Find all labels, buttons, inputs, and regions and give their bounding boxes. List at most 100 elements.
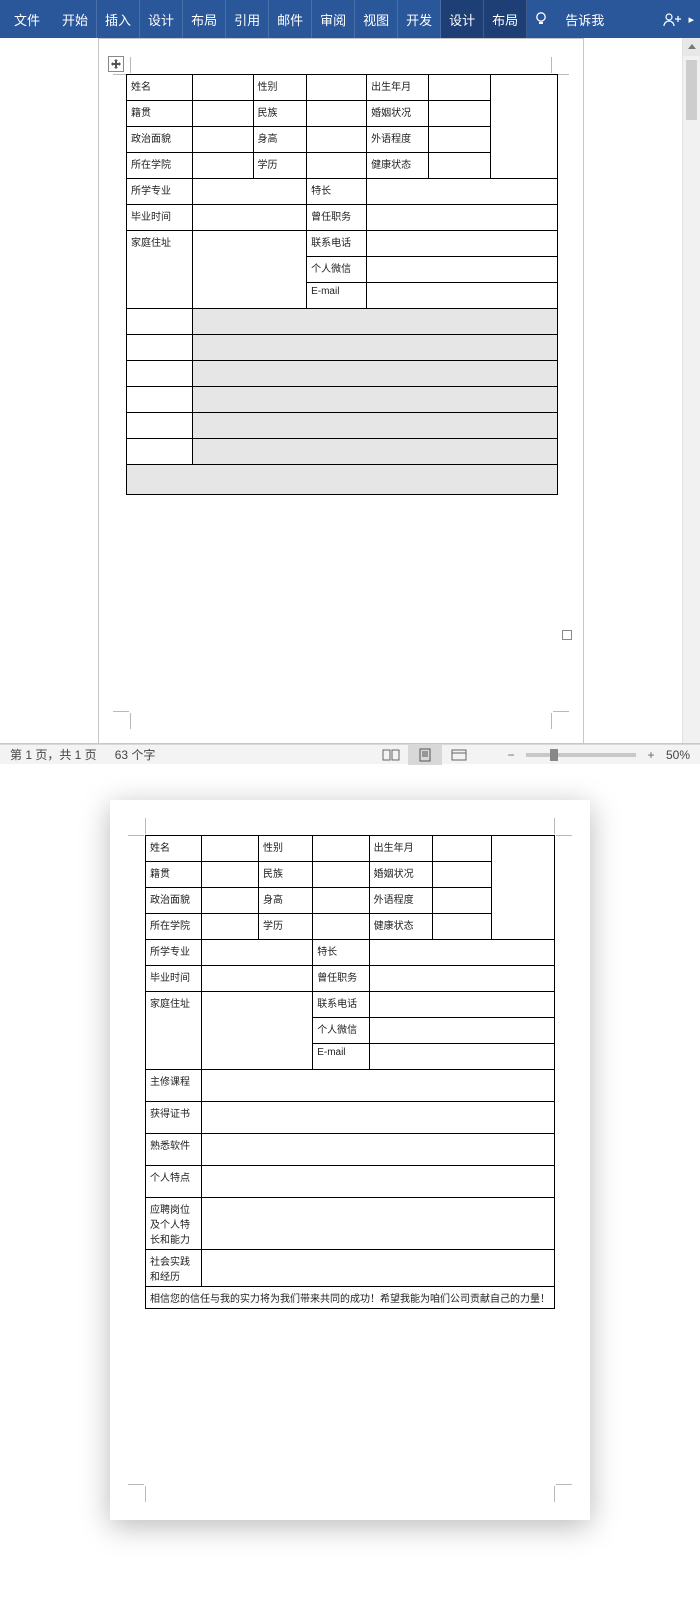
- tab-developer[interactable]: 开发: [398, 0, 441, 38]
- cell[interactable]: [429, 127, 491, 153]
- section-software: 熟悉软件: [146, 1134, 202, 1166]
- cell[interactable]: [193, 153, 253, 179]
- zoom-percent[interactable]: 50%: [666, 748, 690, 762]
- cell[interactable]: [429, 153, 491, 179]
- cell[interactable]: [307, 153, 367, 179]
- photo-cell[interactable]: [491, 75, 558, 179]
- view-web-layout[interactable]: [442, 745, 476, 765]
- cell[interactable]: [367, 257, 558, 283]
- tab-table-layout[interactable]: 布局: [484, 0, 527, 38]
- cell[interactable]: [307, 127, 367, 153]
- cell[interactable]: [367, 283, 558, 309]
- lightbulb-icon[interactable]: [527, 0, 555, 38]
- tab-insert[interactable]: 插入: [97, 0, 140, 38]
- cell[interactable]: [367, 205, 558, 231]
- table-move-handle-icon[interactable]: [108, 56, 124, 72]
- section-header[interactable]: [127, 413, 193, 439]
- label-position: 曾任职务: [313, 966, 369, 992]
- tab-references[interactable]: 引用: [226, 0, 269, 38]
- cell[interactable]: [429, 75, 491, 101]
- cell: [202, 1134, 555, 1166]
- cell[interactable]: [193, 205, 307, 231]
- cell: [202, 1198, 555, 1250]
- closing-statement: 相信您的信任与我的实力将为我们带来共同的成功！希望我能为咱们公司贡献自己的力量！: [146, 1287, 555, 1309]
- label-name: 姓名: [127, 75, 193, 101]
- label-address: 家庭住址: [127, 231, 193, 309]
- crop-mark: [113, 711, 131, 729]
- tab-view[interactable]: 视图: [355, 0, 398, 38]
- crop-mark: [554, 818, 572, 836]
- tab-table-design[interactable]: 设计: [441, 0, 484, 38]
- label-phone: 联系电话: [313, 992, 369, 1018]
- section-header[interactable]: [127, 361, 193, 387]
- zoom-out-button[interactable]: −: [504, 748, 518, 762]
- zoom-slider[interactable]: [526, 753, 636, 757]
- section-courses: 主修课程: [146, 1070, 202, 1102]
- vertical-scrollbar[interactable]: [682, 38, 700, 743]
- view-read-mode[interactable]: [374, 745, 408, 765]
- page-indicator[interactable]: 第 1 页，共 1 页: [10, 746, 97, 763]
- label-address: 家庭住址: [146, 992, 202, 1070]
- share-icon[interactable]: [662, 11, 682, 27]
- zoom-in-button[interactable]: +: [644, 748, 658, 762]
- word-count[interactable]: 63 个字: [115, 746, 156, 763]
- document-edit-area[interactable]: 姓名 性别 出生年月 籍贯 民族 婚姻状况 政治面貌 身高 外语程度 所在学院 …: [0, 38, 700, 744]
- tab-mailings[interactable]: 邮件: [269, 0, 312, 38]
- label-native: 籍贯: [127, 101, 193, 127]
- cell[interactable]: [307, 75, 367, 101]
- label-height: 身高: [253, 127, 307, 153]
- label-phone: 联系电话: [307, 231, 367, 257]
- tab-design[interactable]: 设计: [140, 0, 183, 38]
- section-body[interactable]: [193, 309, 558, 335]
- label-foreign: 外语程度: [369, 888, 432, 914]
- tab-review[interactable]: 审阅: [312, 0, 355, 38]
- section-header[interactable]: [127, 335, 193, 361]
- cell: [202, 888, 258, 914]
- cell[interactable]: [307, 101, 367, 127]
- cell: [313, 836, 369, 862]
- zoom-slider-thumb[interactable]: [550, 749, 558, 761]
- label-major: 所学专业: [146, 940, 202, 966]
- cell: [202, 1250, 555, 1287]
- cell: [432, 862, 491, 888]
- label-college: 所在学院: [146, 914, 202, 940]
- cell[interactable]: [193, 75, 253, 101]
- crop-mark: [554, 1484, 572, 1502]
- table-resize-handle-icon[interactable]: [562, 630, 572, 640]
- section-header[interactable]: [127, 387, 193, 413]
- section-body[interactable]: [193, 335, 558, 361]
- section-body[interactable]: [193, 413, 558, 439]
- scroll-up-button[interactable]: [683, 38, 700, 56]
- cell: [369, 992, 554, 1018]
- view-print-layout[interactable]: [408, 745, 442, 765]
- status-bar: 第 1 页，共 1 页 63 个字 − + 50%: [0, 744, 700, 764]
- resume-table-preview: 姓名 性别 出生年月 籍贯 民族 婚姻状况 政治面貌 身高 外语程度 所在学院 …: [145, 835, 555, 1309]
- label-dob: 出生年月: [367, 75, 429, 101]
- cell[interactable]: [193, 231, 307, 309]
- tab-file[interactable]: 文件: [0, 0, 54, 38]
- cell[interactable]: [193, 101, 253, 127]
- closing-row[interactable]: [127, 465, 558, 495]
- scroll-thumb[interactable]: [686, 60, 697, 120]
- cell: [202, 1166, 555, 1198]
- section-header[interactable]: [127, 309, 193, 335]
- tab-home[interactable]: 开始: [54, 0, 97, 38]
- cell: [432, 888, 491, 914]
- cell[interactable]: [367, 179, 558, 205]
- label-dob: 出生年月: [369, 836, 432, 862]
- cell[interactable]: [193, 179, 307, 205]
- section-body[interactable]: [193, 439, 558, 465]
- tell-me[interactable]: 告诉我: [555, 0, 614, 38]
- section-body[interactable]: [193, 361, 558, 387]
- tab-layout[interactable]: 布局: [183, 0, 226, 38]
- label-gradtime: 毕业时间: [146, 966, 202, 992]
- section-header[interactable]: [127, 439, 193, 465]
- section-body[interactable]: [193, 387, 558, 413]
- page-1[interactable]: 姓名 性别 出生年月 籍贯 民族 婚姻状况 政治面貌 身高 外语程度 所在学院 …: [98, 38, 584, 744]
- chevron-right-icon[interactable]: ▸: [688, 13, 694, 26]
- section-personality: 个人特点: [146, 1166, 202, 1198]
- cell[interactable]: [193, 127, 253, 153]
- resume-table[interactable]: 姓名 性别 出生年月 籍贯 民族 婚姻状况 政治面貌 身高 外语程度 所在学院 …: [126, 74, 558, 495]
- cell[interactable]: [367, 231, 558, 257]
- cell[interactable]: [429, 101, 491, 127]
